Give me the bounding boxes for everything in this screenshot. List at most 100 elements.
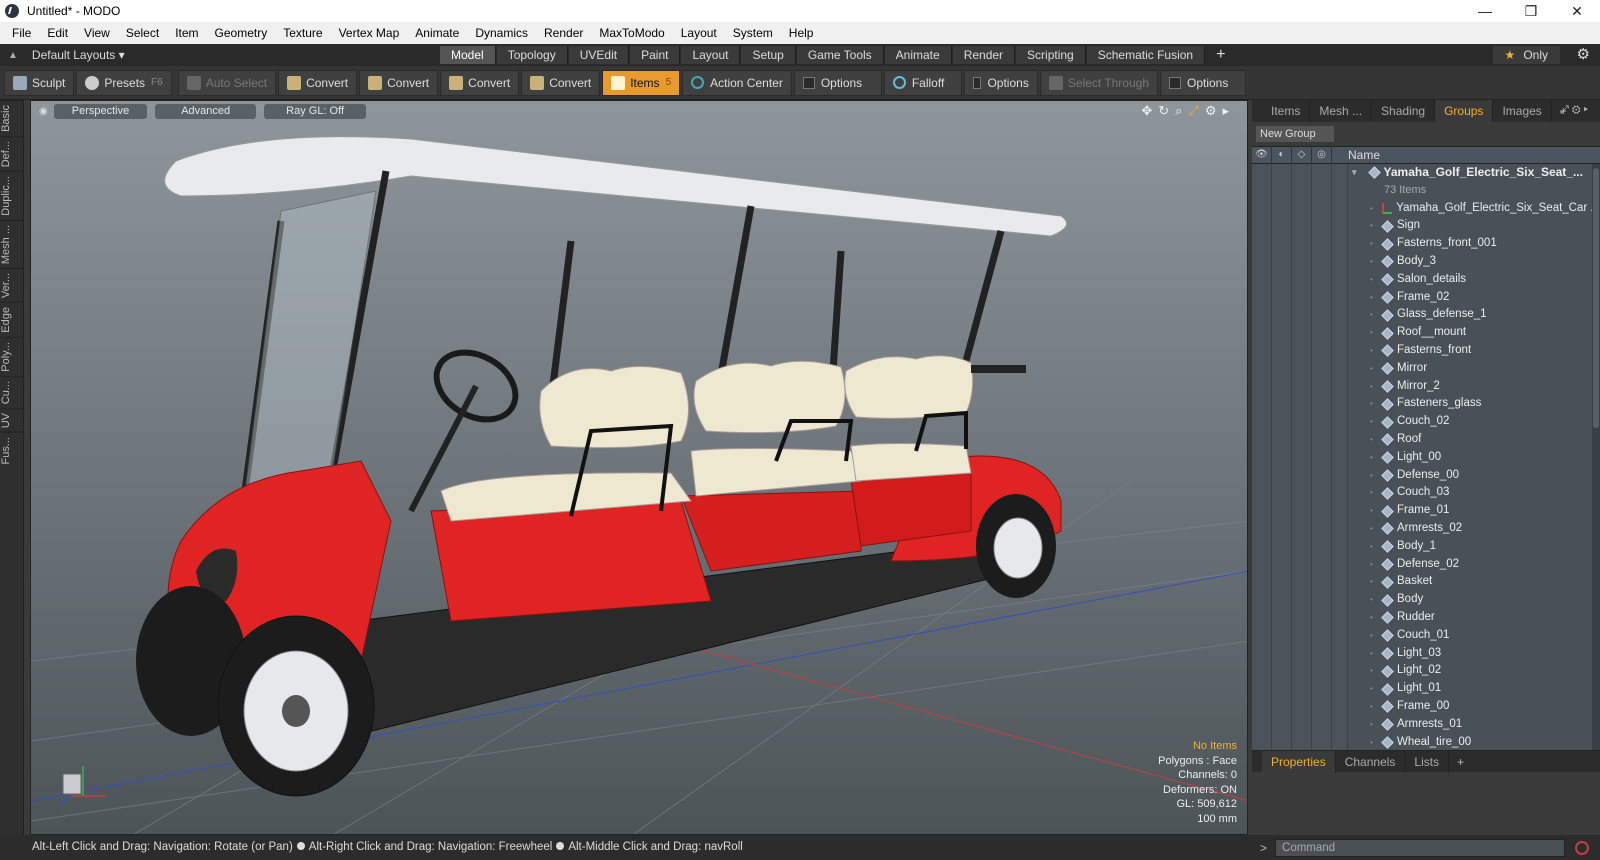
tool-tab-fusion[interactable]: Fus...: [0, 432, 24, 469]
sculpt-button[interactable]: Sculpt: [4, 69, 75, 96]
menu-select[interactable]: Select: [118, 26, 167, 40]
tool-tab-duplicate[interactable]: Duplic...: [0, 171, 24, 220]
viewport-options-icon[interactable]: ◉: [39, 106, 48, 117]
gear-icon[interactable]: ⚙: [1577, 45, 1590, 63]
menu-animate[interactable]: Animate: [407, 26, 467, 40]
add-tab-button[interactable]: +: [1206, 46, 1235, 64]
minimize-icon[interactable]: —: [1462, 0, 1508, 22]
collapse-icon[interactable]: ▲: [8, 50, 18, 61]
select-column-icon[interactable]: ◎: [1312, 146, 1332, 164]
name-column-header[interactable]: Name: [1332, 148, 1380, 162]
list-item[interactable]: • Armrests_01: [1348, 716, 1600, 734]
menu-geometry[interactable]: Geometry: [207, 26, 276, 40]
select-options-button[interactable]: Options: [1160, 69, 1246, 96]
list-item[interactable]: • Sign: [1348, 217, 1600, 235]
command-input[interactable]: Command: [1275, 838, 1566, 857]
menu-layout[interactable]: Layout: [673, 26, 725, 40]
menu-item[interactable]: Item: [167, 26, 206, 40]
list-item[interactable]: • Defense_00: [1348, 467, 1600, 485]
scroll-thumb[interactable]: [1593, 168, 1599, 428]
tab-uvedit[interactable]: UVEdit: [568, 46, 630, 64]
tab-shading[interactable]: Shading: [1372, 100, 1436, 122]
tab-properties[interactable]: Properties: [1262, 750, 1336, 773]
tool-tab-mesh[interactable]: Mesh ...: [0, 219, 24, 269]
restore-icon[interactable]: ❐: [1508, 0, 1554, 22]
options-checkbox[interactable]: [972, 76, 982, 89]
group-row[interactable]: ▾ Yamaha_Golf_Electric_Six_Seat_...: [1348, 164, 1600, 182]
list-item[interactable]: • Defense_02: [1348, 556, 1600, 574]
menu-help[interactable]: Help: [781, 26, 822, 40]
list-item[interactable]: • Frame_00: [1348, 698, 1600, 716]
list-item[interactable]: • Light_02: [1348, 662, 1600, 680]
lock-column-icon[interactable]: ◇: [1292, 146, 1312, 164]
list-item[interactable]: • Couch_01: [1348, 627, 1600, 645]
list-item[interactable]: • Mirror: [1348, 360, 1600, 378]
list-item[interactable]: • Fasterns_front_001: [1348, 235, 1600, 253]
tab-render[interactable]: Render: [952, 46, 1016, 64]
menu-render[interactable]: Render: [536, 26, 591, 40]
tab-scripting[interactable]: Scripting: [1016, 46, 1086, 64]
convert-vertices-button[interactable]: Convert: [278, 69, 358, 96]
list-item[interactable]: • Basket: [1348, 573, 1600, 591]
list-item[interactable]: • Fasterns_front: [1348, 342, 1600, 360]
tool-tab-vertex[interactable]: Ver...: [0, 268, 24, 303]
tab-mesh[interactable]: Mesh ...: [1310, 100, 1373, 122]
tool-tab-deform[interactable]: Def...: [0, 135, 24, 172]
list-item[interactable]: • Frame_02: [1348, 289, 1600, 307]
tab-model[interactable]: Model: [440, 46, 496, 64]
presets-button[interactable]: Presets F6: [76, 69, 172, 96]
convert-materials-button[interactable]: Convert: [521, 69, 601, 96]
pan-icon[interactable]: ✥: [1141, 103, 1158, 118]
raygl-button[interactable]: Ray GL: Off: [264, 103, 367, 119]
list-item[interactable]: • Rudder: [1348, 609, 1600, 627]
list-item[interactable]: • Light_03: [1348, 645, 1600, 663]
list-item[interactable]: • Armrests_02: [1348, 520, 1600, 538]
viewport-settings-icon[interactable]: ⚙: [1205, 103, 1223, 118]
record-macro-icon[interactable]: [1575, 840, 1590, 855]
list-item[interactable]: • Light_01: [1348, 680, 1600, 698]
zoom-icon[interactable]: ⌕: [1175, 103, 1188, 118]
list-item[interactable]: • Roof__mount: [1348, 324, 1600, 342]
list-item[interactable]: • Yamaha_Golf_Electric_Six_Seat_Car ...: [1348, 200, 1600, 218]
falloff-options-button[interactable]: Options: [963, 69, 1038, 96]
menu-view[interactable]: View: [76, 26, 118, 40]
convert-polygons-button[interactable]: Convert: [440, 69, 520, 96]
options-checkbox[interactable]: [1169, 76, 1181, 89]
tab-items[interactable]: Items: [1262, 100, 1311, 122]
list-item[interactable]: • Fasteners_glass: [1348, 395, 1600, 413]
menu-texture[interactable]: Texture: [275, 26, 330, 40]
items-mode-button[interactable]: Items 5: [602, 69, 681, 96]
convert-edges-button[interactable]: Convert: [359, 69, 439, 96]
list-item[interactable]: • Frame_01: [1348, 502, 1600, 520]
list-item[interactable]: • Roof: [1348, 431, 1600, 449]
viewport-menu-icon[interactable]: ▸: [1222, 103, 1235, 118]
expand-panel-icon[interactable]: ⤢ ⚙ ▸: [1560, 104, 1588, 117]
list-item[interactable]: • Mirror_2: [1348, 378, 1600, 396]
list-item[interactable]: • Glass_defense_1: [1348, 306, 1600, 324]
menu-dynamics[interactable]: Dynamics: [467, 26, 536, 40]
tab-channels[interactable]: Channels: [1336, 750, 1406, 773]
falloff-button[interactable]: Falloff: [883, 69, 962, 96]
tab-setup[interactable]: Setup: [741, 46, 796, 64]
tab-topology[interactable]: Topology: [496, 46, 568, 64]
menu-maxtomodo[interactable]: MaxToModo: [591, 26, 672, 40]
list-item[interactable]: • Wheal_tire_00: [1348, 734, 1600, 751]
list-item[interactable]: • Couch_03: [1348, 484, 1600, 502]
only-button[interactable]: ★ Only: [1492, 46, 1560, 64]
tool-tab-polygon[interactable]: Poly...: [0, 336, 24, 376]
view-mode-button[interactable]: Perspective: [53, 103, 148, 119]
visibility-column-icon[interactable]: 👁: [1252, 146, 1272, 164]
tab-game-tools[interactable]: Game Tools: [796, 46, 884, 64]
fit-icon[interactable]: ⤢: [1188, 103, 1204, 118]
tab-images[interactable]: Images: [1493, 100, 1552, 122]
auto-select-button[interactable]: Auto Select: [177, 69, 277, 96]
menu-vertex-map[interactable]: Vertex Map: [331, 26, 408, 40]
new-group-button[interactable]: New Group: [1256, 126, 1334, 142]
tab-groups[interactable]: Groups: [1435, 100, 1494, 122]
menu-edit[interactable]: Edit: [39, 26, 76, 40]
action-center-button[interactable]: Action Center: [682, 69, 792, 96]
menu-system[interactable]: System: [725, 26, 781, 40]
shading-mode-button[interactable]: Advanced: [155, 103, 257, 119]
list-item[interactable]: • Salon_details: [1348, 271, 1600, 289]
tab-paint[interactable]: Paint: [630, 46, 681, 64]
